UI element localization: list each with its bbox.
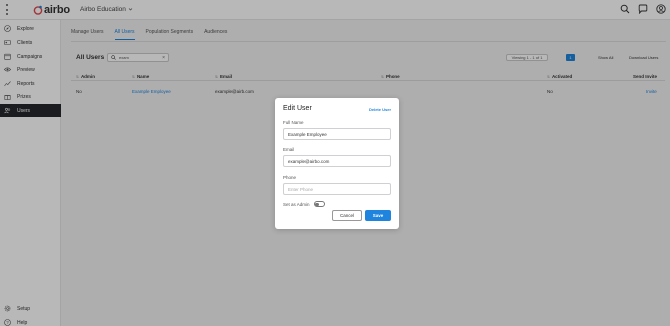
admin-toggle[interactable]: [313, 201, 325, 207]
cancel-button[interactable]: Cancel: [332, 210, 362, 221]
admin-toggle-label: Set as Admin: [283, 201, 310, 207]
phone-label: Phone: [283, 175, 297, 180]
email-input[interactable]: [288, 158, 386, 164]
save-button[interactable]: Save: [365, 210, 391, 221]
full-name-field[interactable]: [283, 128, 391, 140]
phone-field[interactable]: [283, 183, 391, 195]
email-field[interactable]: [283, 155, 391, 167]
full-name-label: Full Name: [283, 120, 304, 125]
phone-input[interactable]: [288, 186, 386, 192]
delete-user-link[interactable]: Delete User: [369, 107, 391, 112]
email-label: Email: [283, 147, 295, 152]
modal-title: Edit User: [283, 105, 312, 112]
full-name-input[interactable]: [288, 131, 386, 137]
admin-toggle-row: Set as Admin: [283, 201, 325, 207]
edit-user-modal: Edit User Delete User Full Name Email Ph…: [275, 98, 399, 229]
